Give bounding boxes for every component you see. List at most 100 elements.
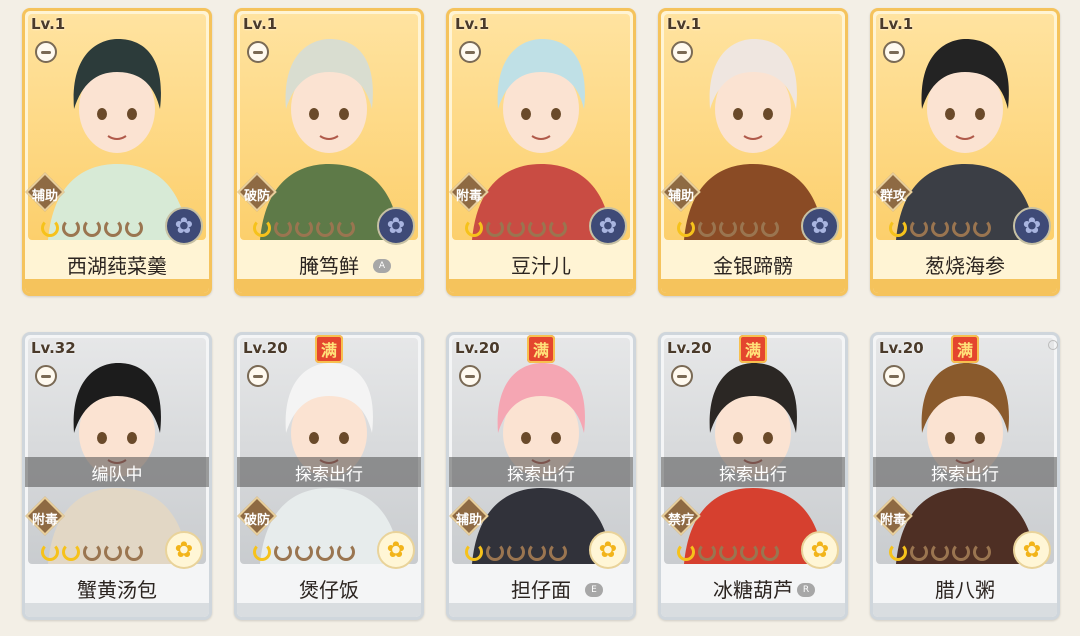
bowl-icon — [247, 365, 269, 387]
role-label: 破防 — [243, 512, 270, 528]
element-emblem-icon: ✿ — [377, 531, 415, 569]
element-emblem-icon: ✿ — [377, 207, 415, 245]
status-banner: 探索出行 — [449, 457, 633, 487]
bowl-icon — [247, 41, 269, 63]
star-rating — [253, 543, 355, 561]
card-footer-strip — [449, 279, 633, 293]
flame-star-icon — [486, 543, 504, 561]
character-card[interactable]: Lv.32 编队中 附毒 ✿ 蟹黄汤包 — [22, 332, 212, 620]
element-emblem-icon: ✿ — [589, 207, 627, 245]
flame-star-icon — [83, 543, 101, 561]
max-level-badge: 满 — [951, 335, 979, 363]
flame-star-icon — [337, 543, 355, 561]
element-emblem-icon: ✿ — [165, 207, 203, 245]
scroll-indicator[interactable] — [1048, 340, 1058, 350]
bowl-icon — [883, 41, 905, 63]
star-rating — [889, 543, 991, 561]
flame-star-icon — [719, 543, 737, 561]
role-label: 附毒 — [31, 512, 58, 528]
element-emblem-icon: ✿ — [165, 531, 203, 569]
character-card[interactable]: Lv.20 满探索出行 禁疗 ✿ 冰糖葫芦 R — [658, 332, 848, 620]
star-rating — [677, 219, 779, 237]
flame-star-icon — [549, 219, 567, 237]
role-label: 辅助 — [455, 512, 482, 528]
max-level-badge: 满 — [315, 335, 343, 363]
role-label: 群攻 — [879, 188, 906, 204]
flame-star-icon — [62, 219, 80, 237]
bowl-icon — [35, 365, 57, 387]
bowl-icon — [883, 365, 905, 387]
flame-star-icon — [104, 543, 122, 561]
bowl-icon — [671, 365, 693, 387]
rarity-tag: E — [585, 583, 603, 597]
card-footer-strip — [237, 603, 421, 617]
flame-star-icon — [761, 219, 779, 237]
bowl-icon — [671, 41, 693, 63]
level-label: Lv.1 — [455, 15, 490, 33]
flame-star-icon — [486, 219, 504, 237]
character-card[interactable]: Lv.20 满探索出行 破防 ✿ 煲仔饭 — [234, 332, 424, 620]
flame-star-icon — [549, 543, 567, 561]
star-rating — [677, 543, 779, 561]
star-rating — [41, 543, 143, 561]
flame-star-icon — [719, 219, 737, 237]
role-label: 禁疗 — [667, 512, 694, 528]
role-badge: 辅助 — [661, 181, 703, 207]
flame-star-icon — [889, 219, 907, 237]
flame-star-icon — [465, 543, 483, 561]
flame-star-icon — [125, 219, 143, 237]
flame-star-icon — [910, 219, 928, 237]
card-footer-strip — [449, 603, 633, 617]
role-badge: 破防 — [237, 505, 279, 531]
character-card[interactable]: Lv.1 群攻 ✿ 葱烧海参 — [870, 8, 1060, 296]
level-label: Lv.1 — [667, 15, 702, 33]
character-card[interactable]: Lv.1 破防 ✿ 腌笃鲜 A — [234, 8, 424, 296]
flame-star-icon — [889, 543, 907, 561]
role-label: 破防 — [243, 188, 270, 204]
flame-star-icon — [41, 219, 59, 237]
flame-star-icon — [761, 543, 779, 561]
bowl-icon — [459, 365, 481, 387]
card-footer-strip — [661, 603, 845, 617]
level-label: Lv.1 — [31, 15, 66, 33]
card-footer-strip — [873, 279, 1057, 293]
flame-star-icon — [910, 543, 928, 561]
character-grid: Lv.1 辅助 ✿ 西湖莼菜羹 Lv.1 破防 ✿ 腌笃鲜 A Lv.1 附毒 ✿ 豆汁儿 Lv.1 辅助 ✿… — [22, 8, 1060, 620]
flame-star-icon — [41, 543, 59, 561]
flame-star-icon — [952, 219, 970, 237]
character-card[interactable]: Lv.1 附毒 ✿ 豆汁儿 — [446, 8, 636, 296]
star-rating — [253, 219, 355, 237]
card-footer-strip — [661, 279, 845, 293]
level-label: Lv.1 — [243, 15, 278, 33]
flame-star-icon — [698, 543, 716, 561]
flame-star-icon — [316, 543, 334, 561]
level-label: Lv.20 — [879, 339, 924, 357]
rarity-tag: R — [797, 583, 815, 597]
flame-star-icon — [295, 543, 313, 561]
flame-star-icon — [528, 219, 546, 237]
flame-star-icon — [274, 543, 292, 561]
card-footer-strip — [237, 279, 421, 293]
element-emblem-icon: ✿ — [1013, 207, 1051, 245]
card-footer-strip — [25, 279, 209, 293]
level-label: Lv.20 — [243, 339, 288, 357]
status-banner: 探索出行 — [237, 457, 421, 487]
role-label: 辅助 — [31, 188, 58, 204]
role-badge: 辅助 — [449, 505, 491, 531]
star-rating — [465, 219, 567, 237]
character-card[interactable]: Lv.20 满探索出行 辅助 ✿ 担仔面 E — [446, 332, 636, 620]
flame-star-icon — [740, 219, 758, 237]
status-banner: 探索出行 — [661, 457, 845, 487]
character-card[interactable]: Lv.20 满探索出行 附毒 ✿ 腊八粥 — [870, 332, 1060, 620]
flame-star-icon — [253, 543, 271, 561]
flame-star-icon — [295, 219, 313, 237]
role-badge: 禁疗 — [661, 505, 703, 531]
flame-star-icon — [337, 219, 355, 237]
role-badge: 辅助 — [25, 181, 67, 207]
character-card[interactable]: Lv.1 辅助 ✿ 西湖莼菜羹 — [22, 8, 212, 296]
bowl-icon — [459, 41, 481, 63]
character-card[interactable]: Lv.1 辅助 ✿ 金银蹄髈 — [658, 8, 848, 296]
flame-star-icon — [528, 543, 546, 561]
flame-star-icon — [677, 219, 695, 237]
flame-star-icon — [698, 219, 716, 237]
